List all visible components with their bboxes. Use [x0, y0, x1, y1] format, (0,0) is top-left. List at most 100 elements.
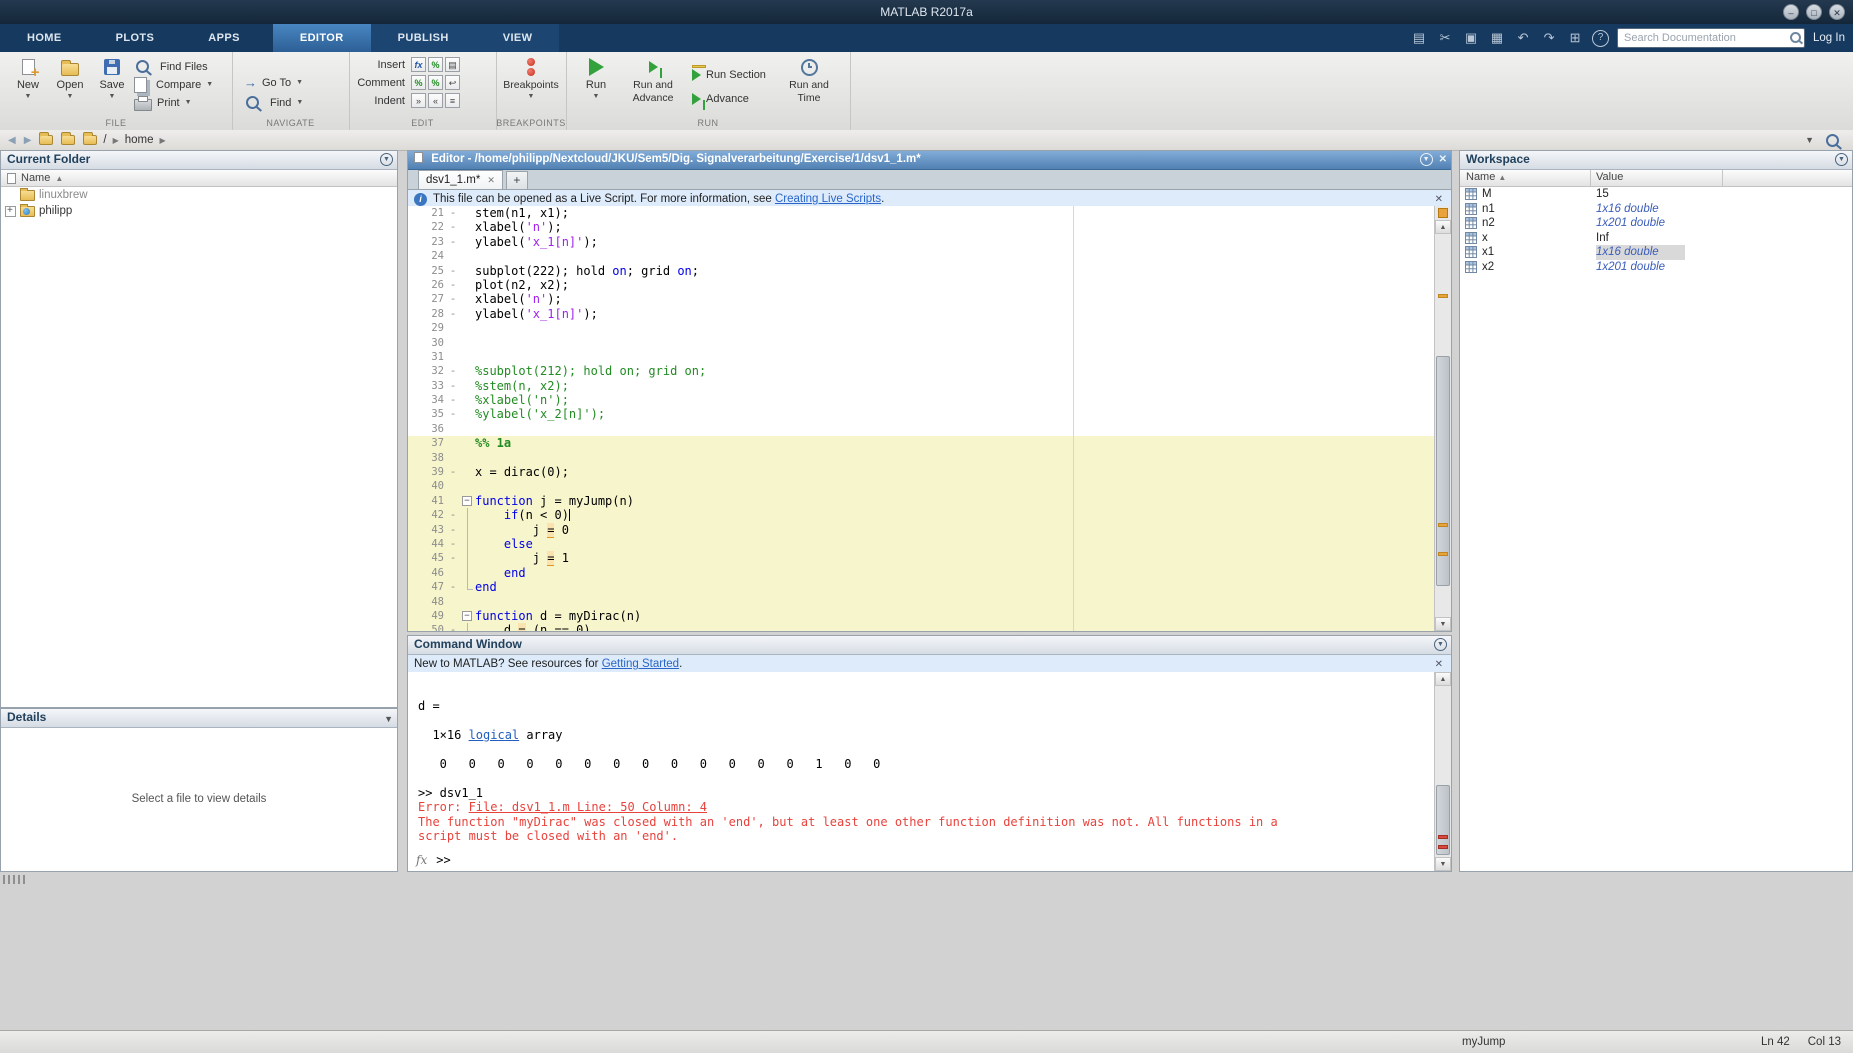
decrease-indent-icon[interactable]: «: [428, 93, 443, 108]
workspace-variable-row[interactable]: x11x16 double: [1460, 245, 1852, 260]
breakpoint-dash[interactable]: -: [446, 307, 460, 321]
search-icon[interactable]: [1790, 32, 1801, 43]
breakpoint-dash[interactable]: [446, 336, 460, 350]
breakpoint-dash[interactable]: -: [446, 537, 460, 551]
breakpoint-dash[interactable]: [446, 321, 460, 335]
forward-icon[interactable]: ▶: [24, 135, 32, 146]
breakpoint-dash[interactable]: [446, 436, 460, 450]
breakpoint-dash[interactable]: [446, 566, 460, 580]
undo-icon[interactable]: ↶: [1514, 30, 1532, 46]
breakpoint-dash[interactable]: -: [446, 379, 460, 393]
compare-button[interactable]: Compare ▼: [134, 76, 213, 93]
code-line[interactable]: 27-xlabel('n');: [408, 292, 1434, 306]
pane-menu-icon[interactable]: ▼: [1434, 638, 1447, 651]
breadcrumb-home[interactable]: home: [125, 134, 154, 146]
warning-marker[interactable]: [1438, 294, 1448, 298]
splitter-grip[interactable]: [3, 875, 27, 884]
login-button[interactable]: Log In: [1813, 32, 1845, 44]
breakpoint-dash[interactable]: [446, 350, 460, 364]
breakpoint-dash[interactable]: [446, 422, 460, 436]
code-fold-icon[interactable]: [460, 609, 475, 623]
breakpoint-dash[interactable]: [446, 494, 460, 508]
tab-apps[interactable]: APPS: [181, 24, 267, 52]
tab-plots[interactable]: PLOTS: [89, 24, 182, 52]
copy-icon[interactable]: ▣: [1462, 30, 1480, 46]
code-line[interactable]: 44- else: [408, 537, 1434, 551]
breakpoint-dash[interactable]: -: [446, 264, 460, 278]
collapse-icon[interactable]: ▼: [384, 711, 393, 728]
fx-icon[interactable]: fx: [416, 853, 427, 867]
warning-indicator-icon[interactable]: [1438, 208, 1448, 218]
redo-icon[interactable]: ↷: [1540, 30, 1558, 46]
close-editor-icon[interactable]: ✕: [1439, 153, 1447, 166]
scroll-up-icon[interactable]: ▲: [1435, 672, 1451, 686]
pane-menu-icon[interactable]: ▼: [1835, 153, 1848, 166]
run-and-time-button[interactable]: Run and Time: [780, 55, 838, 105]
code-line[interactable]: 32-%subplot(212); hold on; grid on;: [408, 364, 1434, 378]
insert-section-icon[interactable]: ▤: [445, 57, 460, 72]
browse-folder-icon[interactable]: [61, 135, 75, 145]
code-line[interactable]: 21-stem(n1, x1);: [408, 206, 1434, 220]
new-tab-button[interactable]: +: [506, 171, 528, 189]
code-line[interactable]: 36: [408, 422, 1434, 436]
folder-item[interactable]: philipp: [1, 203, 397, 219]
code-line[interactable]: 41function j = myJump(n): [408, 494, 1434, 508]
breakpoints-button[interactable]: Breakpoints ▼: [509, 55, 553, 101]
code-line[interactable]: 34-%xlabel('n');: [408, 393, 1434, 407]
pane-menu-icon[interactable]: ▼: [380, 153, 393, 166]
code-line[interactable]: 47-end: [408, 580, 1434, 594]
breakpoint-dash[interactable]: -: [446, 393, 460, 407]
code-line[interactable]: 43- j = 0: [408, 523, 1434, 537]
paste-icon[interactable]: ▦: [1488, 30, 1506, 46]
code-line[interactable]: 29: [408, 321, 1434, 335]
tab-home[interactable]: HOME: [0, 24, 89, 52]
command-link[interactable]: logical: [469, 728, 520, 742]
find-button[interactable]: Find ▼: [244, 94, 303, 111]
breakpoint-dash[interactable]: -: [446, 551, 460, 565]
breakpoint-dash[interactable]: -: [446, 278, 460, 292]
run-button[interactable]: Run ▼: [574, 55, 618, 101]
breakpoint-dash[interactable]: -: [446, 523, 460, 537]
search-folder-icon[interactable]: [1826, 134, 1839, 147]
close-tab-icon[interactable]: ✕: [487, 175, 495, 186]
breakpoint-dash[interactable]: [446, 609, 460, 623]
command-window-body[interactable]: d = 1×16 logical array 0 0 0 0 0 0 0 0 0…: [408, 672, 1451, 871]
code-editor[interactable]: 21-stem(n1, x1);22-xlabel('n');23-ylabel…: [408, 206, 1451, 631]
run-and-advance-button[interactable]: Run and Advance: [622, 55, 684, 105]
comment-icon[interactable]: %: [411, 75, 426, 90]
breakpoint-dash[interactable]: -: [446, 407, 460, 421]
increase-indent-icon[interactable]: ≡: [445, 93, 460, 108]
code-line[interactable]: 49function d = myDirac(n): [408, 609, 1434, 623]
file-tab[interactable]: dsv1_1.m* ✕: [418, 170, 503, 189]
code-line[interactable]: 25-subplot(222); hold on; grid on;: [408, 264, 1434, 278]
cut-icon[interactable]: ✂: [1436, 30, 1454, 46]
code-line[interactable]: 24: [408, 249, 1434, 263]
code-line[interactable]: 48: [408, 595, 1434, 609]
editor-scrollbar[interactable]: ▲ ▼: [1434, 206, 1451, 631]
code-line[interactable]: 23-ylabel('x_1[n]');: [408, 235, 1434, 249]
code-line[interactable]: 35-%ylabel('x_2[n]');: [408, 407, 1434, 421]
breakpoint-dash[interactable]: [446, 595, 460, 609]
error-marker[interactable]: [1438, 835, 1448, 839]
breakpoint-dash[interactable]: -: [446, 292, 460, 306]
command-link[interactable]: File: dsv1_1.m Line: 50 Column: 4: [469, 800, 707, 814]
close-icon[interactable]: ✕: [1829, 4, 1845, 20]
command-scrollbar[interactable]: ▲ ▼: [1434, 672, 1451, 871]
expand-icon[interactable]: [5, 206, 16, 217]
code-fold-icon[interactable]: [460, 494, 475, 508]
tab-view[interactable]: VIEW: [476, 24, 560, 52]
getting-started-link[interactable]: Getting Started: [602, 658, 679, 670]
smart-indent-icon[interactable]: »: [411, 93, 426, 108]
code-line[interactable]: 30: [408, 336, 1434, 350]
folder-column-header[interactable]: Name ▲: [1, 170, 397, 187]
code-line[interactable]: 26-plot(n2, x2);: [408, 278, 1434, 292]
warning-marker[interactable]: [1438, 523, 1448, 527]
workspace-column-header[interactable]: Name ▲ Value: [1460, 170, 1852, 187]
breakpoint-dash[interactable]: -: [446, 508, 460, 522]
workspace-variable-row[interactable]: M15: [1460, 187, 1852, 202]
save-icon[interactable]: ▤: [1410, 30, 1428, 46]
maximize-icon[interactable]: □: [1806, 4, 1822, 20]
breakpoint-dash[interactable]: -: [446, 623, 460, 631]
insert-fx-icon[interactable]: fx: [411, 57, 426, 72]
error-marker[interactable]: [1438, 845, 1448, 849]
